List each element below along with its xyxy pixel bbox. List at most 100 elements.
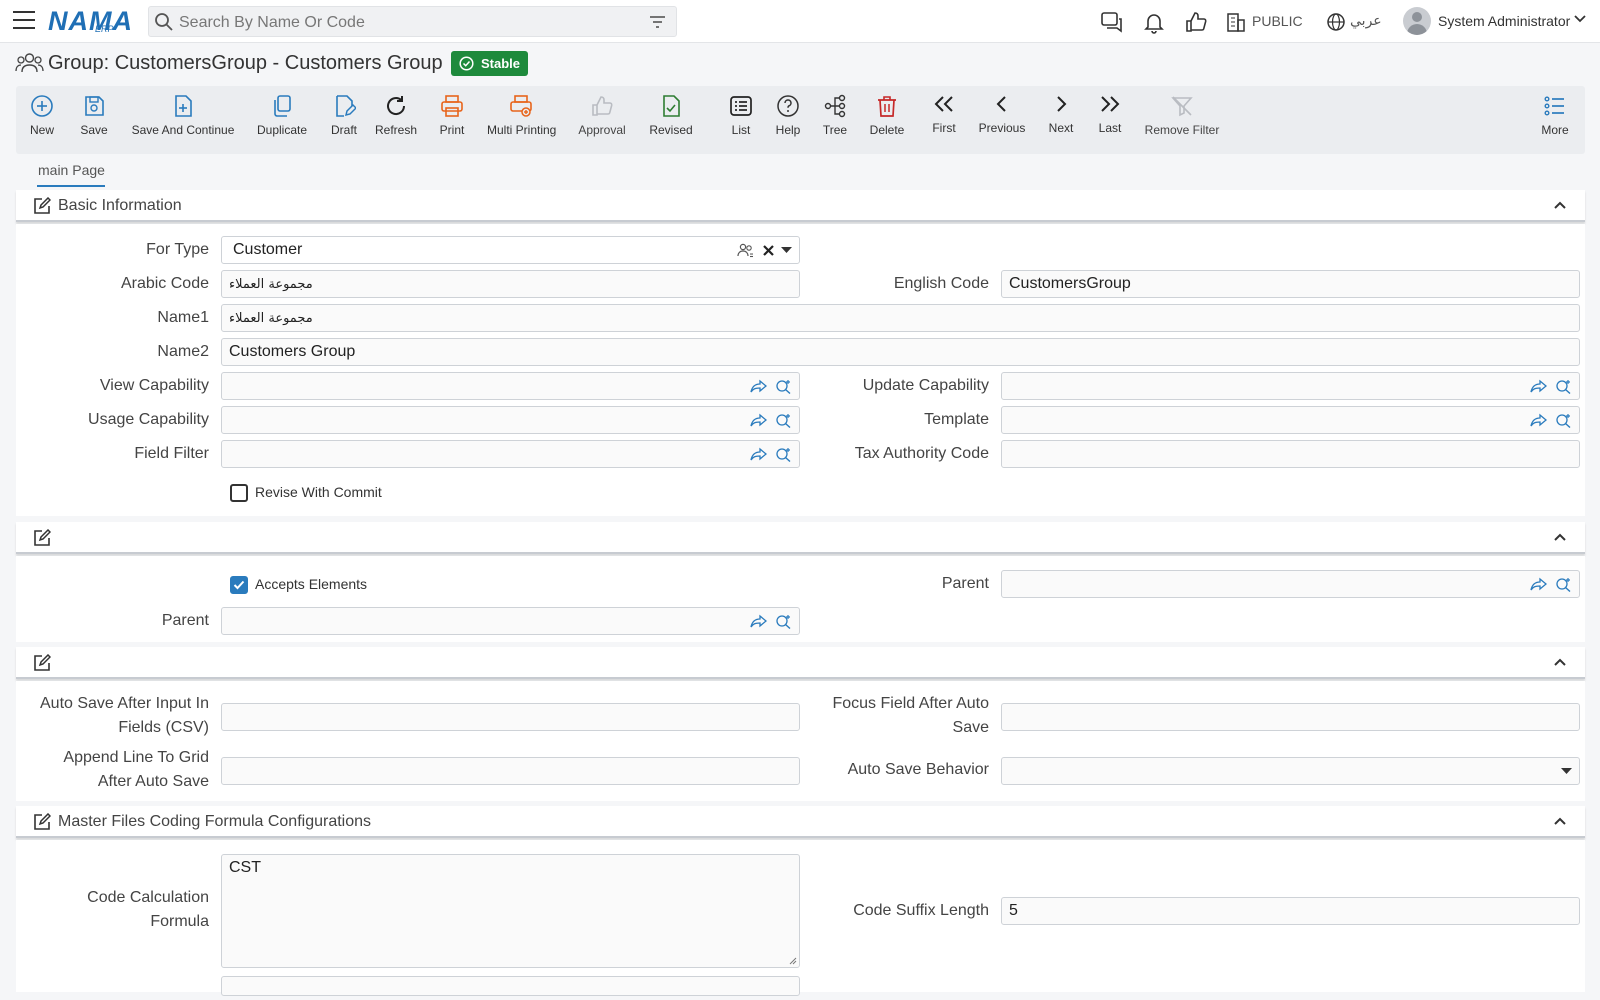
chat-icon[interactable] (1100, 10, 1124, 34)
duplicate-button[interactable]: Duplicate (256, 94, 308, 137)
approval-label: Approval (578, 123, 626, 137)
multi-printer-icon (510, 95, 532, 117)
language-switch[interactable]: عربي (1350, 12, 1382, 29)
chevron-up-icon[interactable] (1553, 657, 1567, 667)
previous-label: Previous (978, 121, 1026, 135)
user-name[interactable]: System Administrator (1438, 13, 1570, 29)
section-title: Master Files Coding Formula Configuratio… (58, 813, 372, 830)
share-arrow-icon[interactable] (750, 379, 767, 394)
for-type-select[interactable]: Customer (221, 236, 800, 264)
trash-icon (878, 96, 896, 117)
save-button[interactable]: Save (78, 94, 110, 137)
template-field[interactable] (1001, 406, 1580, 434)
name2-field[interactable]: Customers Group (221, 338, 1580, 366)
auto-save-section-header[interactable] (16, 647, 1585, 679)
code-suffix-length-field[interactable]: 5 (1001, 897, 1580, 925)
view-capability-field[interactable] (221, 372, 800, 400)
previous-button[interactable]: Previous (977, 92, 1027, 135)
field-filter-field[interactable] (221, 440, 800, 468)
globe-icon[interactable] (1326, 10, 1346, 34)
chevron-up-icon[interactable] (1553, 816, 1567, 826)
chevron-up-icon[interactable] (1553, 532, 1567, 542)
search-box[interactable]: Search By Name Or Code (148, 6, 677, 37)
help-button[interactable]: Help (775, 94, 801, 137)
append-line-to-grid-field[interactable] (221, 757, 800, 785)
draft-label: Draft (330, 123, 357, 137)
search-plus-icon[interactable] (1555, 379, 1572, 394)
code-calculation-formula-textarea[interactable]: CST (221, 854, 800, 968)
approval-button[interactable]: Approval (577, 94, 627, 137)
next-button[interactable]: Next (1046, 92, 1076, 135)
more-button[interactable]: More (1540, 94, 1570, 137)
update-capability-label: Update Capability (862, 377, 989, 394)
usage-capability-field[interactable] (221, 406, 800, 434)
additional-field[interactable] (221, 976, 800, 996)
company-building-icon[interactable] (1226, 10, 1246, 34)
tree-button[interactable]: Tree (822, 94, 848, 137)
last-button[interactable]: Last (1096, 92, 1124, 135)
resize-handle-icon[interactable] (789, 957, 797, 965)
app-logo[interactable]: NAMA (48, 6, 133, 37)
share-arrow-icon[interactable] (1530, 413, 1547, 428)
printer-icon (441, 95, 463, 117)
search-plus-icon[interactable] (775, 379, 792, 394)
new-button[interactable]: New (29, 94, 55, 137)
last-label: Last (1098, 121, 1122, 135)
dropdown-arrow-icon[interactable] (781, 247, 792, 254)
name1-field[interactable]: مجموعة العملاء (221, 304, 1580, 332)
accepts-elements-checkbox[interactable] (230, 576, 248, 594)
filter-icon[interactable] (649, 14, 666, 30)
tree-icon (824, 94, 846, 118)
auto-save-behavior-select[interactable] (1001, 757, 1580, 785)
multi-printing-button[interactable]: Multi Printing (487, 94, 556, 137)
status-badge-label: Stable (481, 56, 521, 71)
first-button[interactable]: First (930, 92, 958, 135)
remove-filter-button[interactable]: Remove Filter (1144, 94, 1220, 137)
coding-formula-section-header[interactable]: Master Files Coding Formula Configuratio… (16, 806, 1585, 838)
company-label[interactable]: PUBLIC (1252, 13, 1303, 29)
share-arrow-icon[interactable] (750, 614, 767, 629)
notification-bell-icon[interactable] (1142, 10, 1166, 34)
focus-field-after-auto-save-field[interactable] (1001, 703, 1580, 731)
plus-circle-icon (31, 95, 53, 117)
share-arrow-icon[interactable] (750, 447, 767, 462)
tab-main-page[interactable]: main Page (38, 162, 105, 178)
search-plus-icon[interactable] (775, 413, 792, 428)
print-button[interactable]: Print (438, 94, 466, 137)
chevron-down-icon[interactable] (1574, 14, 1586, 24)
revise-with-commit-checkbox[interactable] (230, 484, 248, 502)
tax-authority-code-field[interactable] (1001, 440, 1580, 468)
basic-information-header[interactable]: Basic Information (16, 190, 1585, 222)
update-capability-field[interactable] (1001, 372, 1580, 400)
thumbs-up-icon[interactable] (1184, 10, 1208, 34)
search-plus-icon[interactable] (1555, 577, 1572, 592)
dropdown-arrow-icon[interactable] (1561, 768, 1572, 775)
search-plus-icon[interactable] (775, 614, 792, 629)
list-button[interactable]: List (728, 94, 754, 137)
arabic-code-field[interactable]: مجموعة العملاء (221, 270, 800, 298)
chevron-up-icon[interactable] (1553, 200, 1567, 210)
search-input[interactable]: Search By Name Or Code (179, 14, 365, 32)
group-users-icon (15, 53, 44, 73)
action-toolbar: New Save Save And Continue Duplicate Dra… (16, 86, 1585, 154)
clear-x-icon[interactable] (762, 244, 775, 257)
hamburger-menu-icon[interactable] (13, 11, 35, 31)
share-arrow-icon[interactable] (1530, 577, 1547, 592)
share-arrow-icon[interactable] (1530, 379, 1547, 394)
parent-field-right[interactable] (1001, 570, 1580, 598)
delete-button[interactable]: Delete (869, 94, 905, 137)
english-code-field[interactable]: CustomersGroup (1001, 270, 1580, 298)
revised-button[interactable]: Revised (648, 94, 694, 137)
draft-button[interactable]: Draft (330, 94, 358, 137)
auto-save-after-input-field[interactable] (221, 703, 800, 731)
parent-field-left[interactable] (221, 607, 800, 635)
refresh-button[interactable]: Refresh (374, 94, 418, 137)
tree-section-header[interactable] (16, 522, 1585, 554)
share-arrow-icon[interactable] (750, 413, 767, 428)
avatar[interactable] (1403, 7, 1431, 35)
search-plus-icon[interactable] (1555, 413, 1572, 428)
users-lookup-icon[interactable] (737, 243, 754, 258)
save-and-continue-button[interactable]: Save And Continue (131, 94, 235, 137)
revise-with-commit-label: Revise With Commit (255, 484, 382, 500)
search-plus-icon[interactable] (775, 447, 792, 462)
